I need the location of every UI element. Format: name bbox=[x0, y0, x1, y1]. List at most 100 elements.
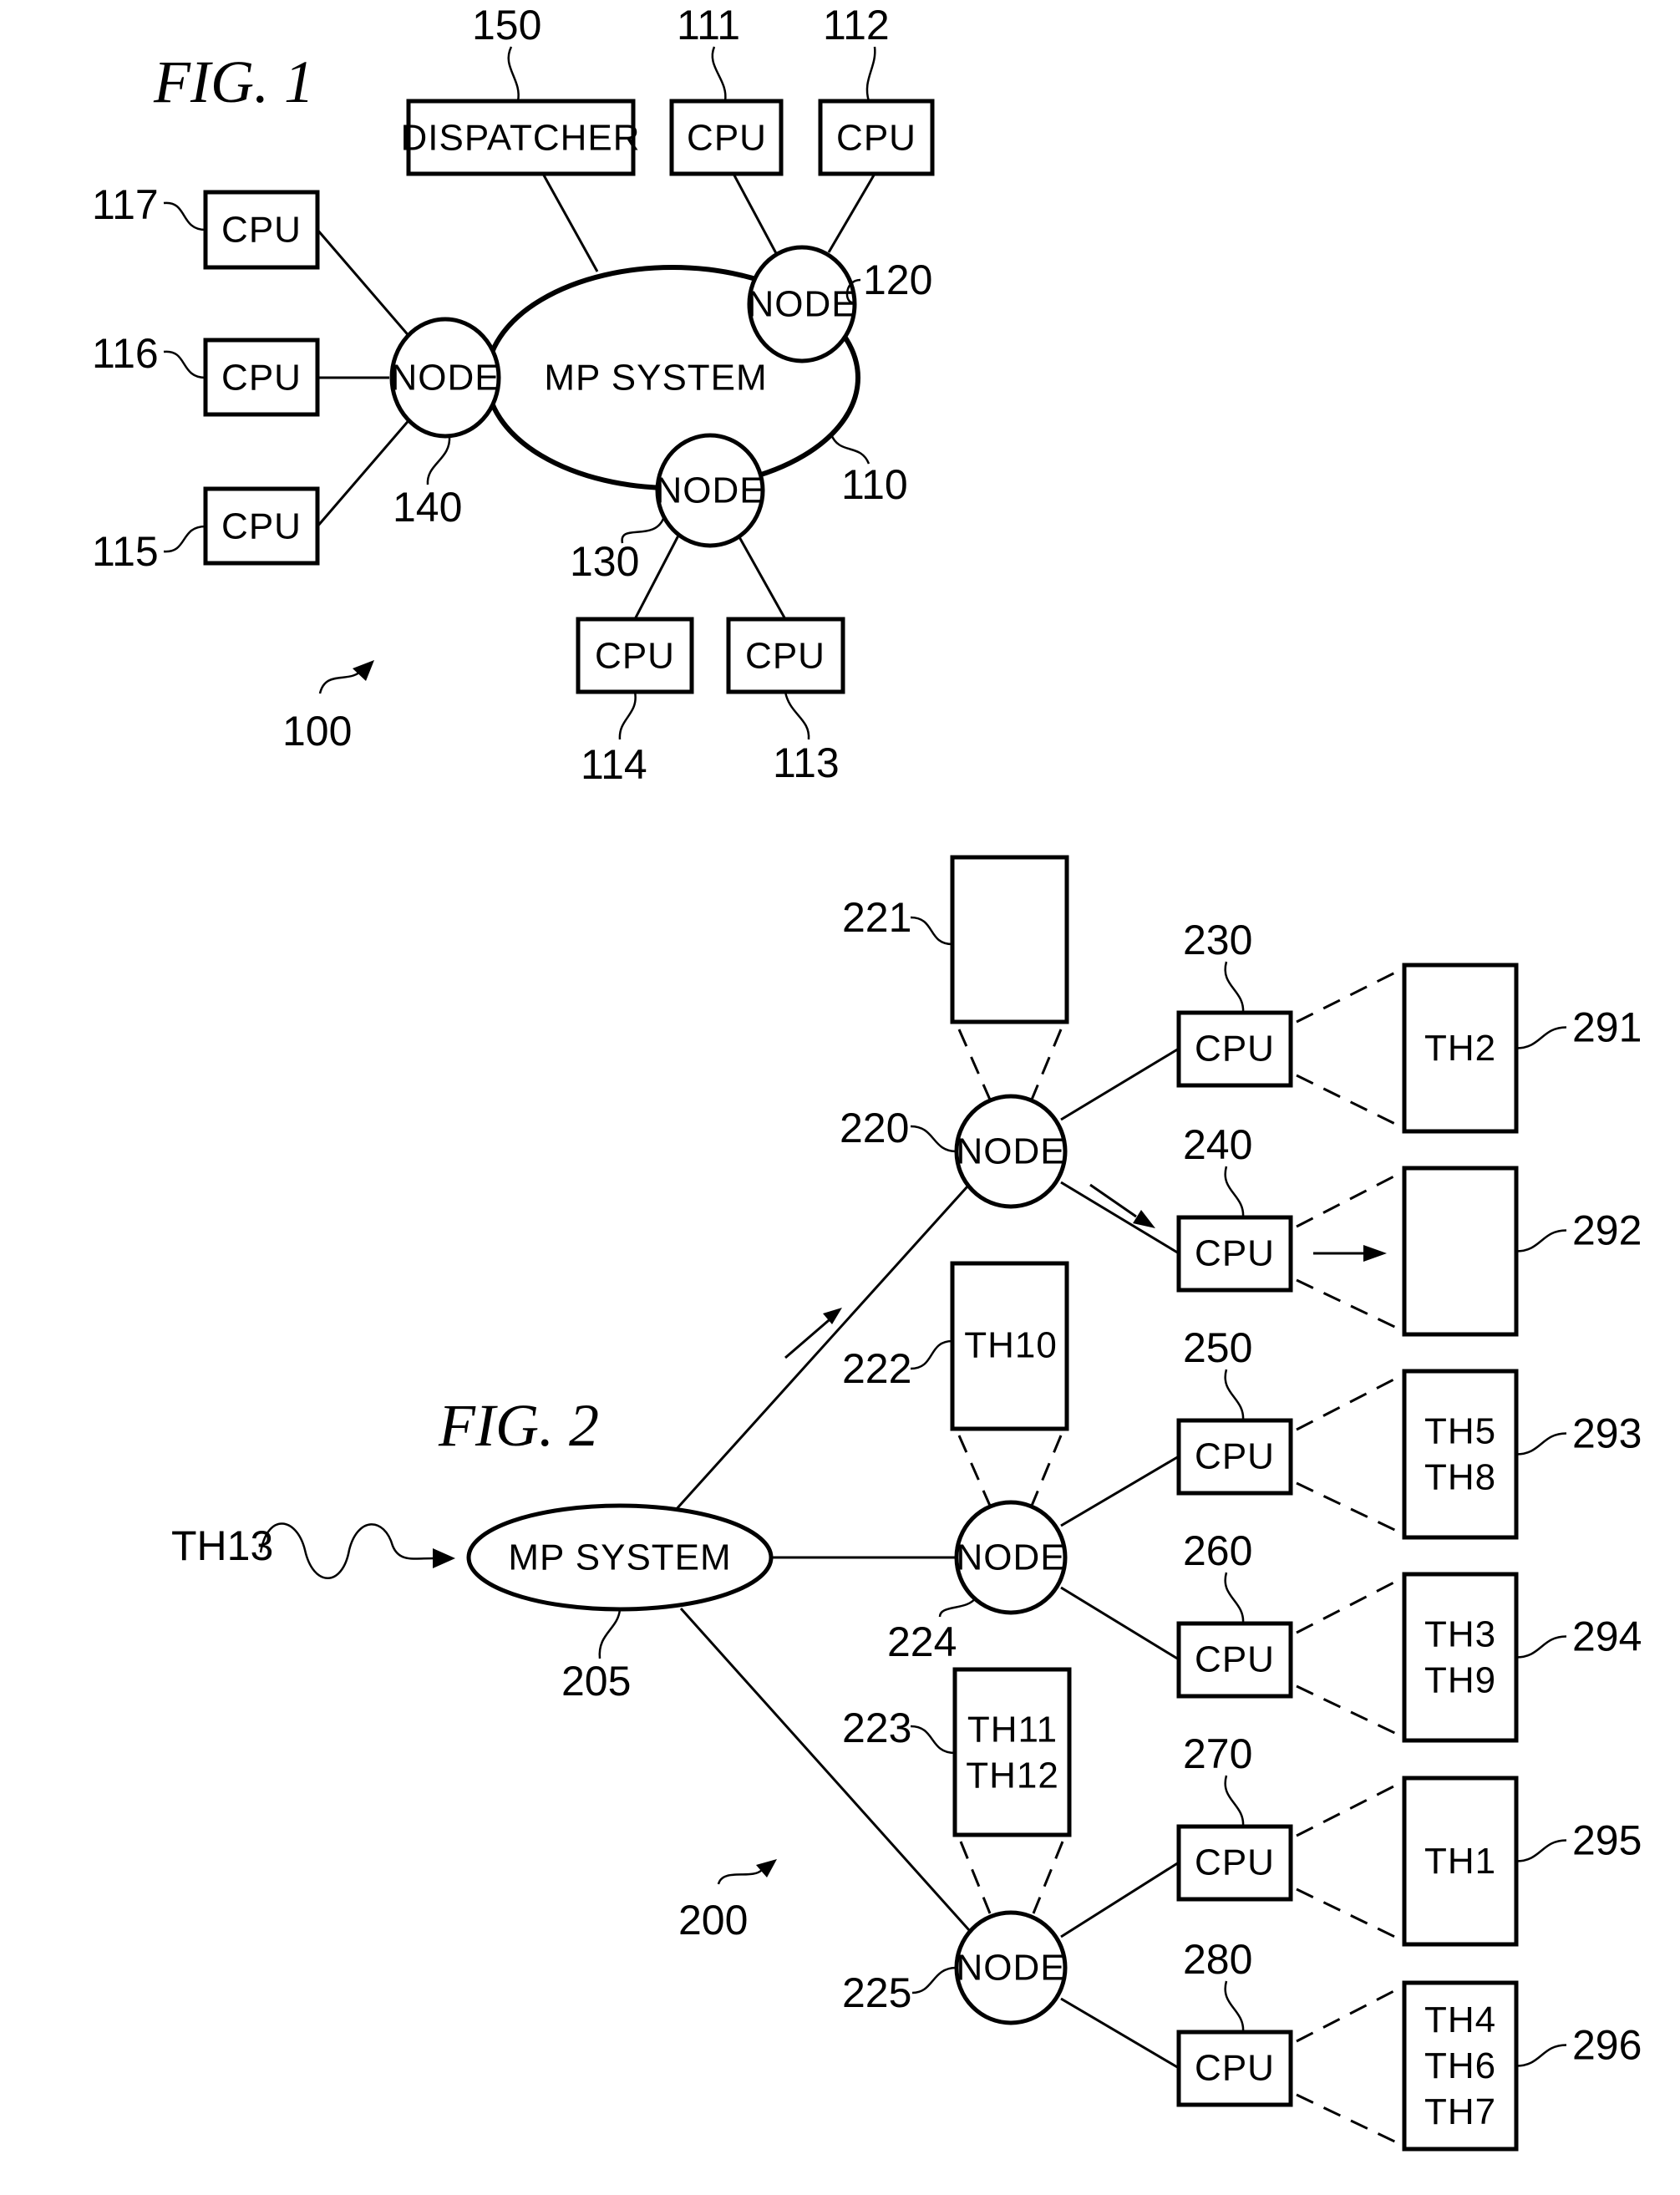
leader-295 bbox=[1515, 1839, 1567, 1862]
ref-295: 295 bbox=[1572, 1817, 1642, 1864]
ref-116: 116 bbox=[92, 330, 159, 377]
node-140-label: NODE bbox=[390, 358, 500, 399]
node-queue-223 bbox=[952, 1667, 1072, 1837]
cpu111-link bbox=[732, 173, 779, 256]
cpu-230-label: CPU bbox=[1195, 1029, 1275, 1070]
ref-112: 112 bbox=[823, 2, 890, 48]
dispatcher-label: DISPATCHER bbox=[400, 118, 640, 159]
ref-296: 296 bbox=[1572, 2022, 1642, 2069]
cpu-queue-293 bbox=[1402, 1369, 1519, 1540]
migration-arrow-line bbox=[784, 1314, 835, 1359]
queue-222-dash-right bbox=[1030, 1435, 1063, 1507]
cpu112-link bbox=[827, 173, 876, 253]
leader-225 bbox=[911, 1966, 957, 1994]
ref-250: 250 bbox=[1183, 1324, 1252, 1371]
ref-260: 260 bbox=[1183, 1527, 1252, 1574]
leader-230 bbox=[1224, 961, 1245, 1014]
patent-figures: FIG. 1 MP SYSTEM NODE NODE NODE DISPATCH… bbox=[92, 2, 1642, 2152]
dispatch-arrow-icon bbox=[1133, 1210, 1155, 1228]
leader-250 bbox=[1224, 1369, 1245, 1421]
link-225-270 bbox=[1060, 1861, 1180, 1938]
ref-294: 294 bbox=[1572, 1613, 1642, 1660]
ref-270: 270 bbox=[1183, 1730, 1252, 1777]
node-130-label: NODE bbox=[655, 470, 764, 511]
cpu-queue-292 bbox=[1402, 1166, 1519, 1337]
link-220-230 bbox=[1060, 1047, 1180, 1121]
queue-221-dash-left bbox=[957, 1029, 992, 1100]
cpu-260-dash-bottom bbox=[1296, 1684, 1404, 1739]
cpu-115-label: CPU bbox=[221, 506, 302, 547]
node-224-label: NODE bbox=[956, 1537, 1065, 1578]
figure-2: FIG. 2 TH13 MP SYSTEM 205 TH10 TH11 TH12… bbox=[171, 855, 1642, 2152]
leader-200 bbox=[717, 1868, 763, 1885]
cpu114-link bbox=[633, 535, 680, 620]
cpu-280-label: CPU bbox=[1195, 2048, 1275, 2089]
leader-221 bbox=[910, 916, 953, 946]
cpu-250-dash-bottom bbox=[1296, 1481, 1404, 1536]
leader-224 bbox=[938, 1597, 977, 1618]
link-224-250 bbox=[1060, 1455, 1180, 1527]
thread-th1: TH1 bbox=[1424, 1841, 1496, 1882]
leader-150 bbox=[507, 46, 520, 102]
ref-115: 115 bbox=[92, 528, 159, 575]
thread-th3: TH3 bbox=[1424, 1614, 1496, 1655]
cpu-112-label: CPU bbox=[836, 118, 916, 159]
link-205-220 bbox=[673, 1185, 969, 1512]
cpu-280-dash-bottom bbox=[1296, 2093, 1404, 2147]
thread-th8: TH8 bbox=[1424, 1457, 1496, 1498]
fig2-title: FIG. 2 bbox=[438, 1392, 599, 1459]
leader-205 bbox=[598, 1608, 622, 1659]
cpu-260-label: CPU bbox=[1195, 1639, 1275, 1680]
cpu-270-dash-top bbox=[1296, 1780, 1404, 1837]
leader-140 bbox=[426, 435, 451, 485]
cpu-240-dash-bottom bbox=[1296, 1278, 1404, 1333]
cpu-230-dash-bottom bbox=[1296, 1074, 1404, 1130]
cpu-230-dash-top bbox=[1296, 967, 1404, 1024]
cpu113-link bbox=[737, 535, 787, 620]
thread-th5: TH5 bbox=[1424, 1411, 1496, 1452]
thread-th4: TH4 bbox=[1424, 1999, 1496, 2040]
leader-292 bbox=[1515, 1229, 1567, 1252]
leader-280 bbox=[1224, 1980, 1245, 2033]
arrow-200-icon bbox=[756, 1859, 777, 1877]
ref-111: 111 bbox=[677, 2, 740, 48]
leader-113 bbox=[784, 691, 810, 740]
thread-th7: TH7 bbox=[1424, 2091, 1496, 2132]
leader-111 bbox=[711, 46, 727, 102]
leader-222 bbox=[910, 1339, 953, 1370]
node-queue-221 bbox=[950, 855, 1069, 1024]
leader-260 bbox=[1224, 1572, 1245, 1624]
leader-240 bbox=[1224, 1166, 1245, 1218]
ref-292: 292 bbox=[1572, 1207, 1642, 1254]
fig1-system-label: MP SYSTEM bbox=[544, 358, 767, 399]
node-225-label: NODE bbox=[956, 1948, 1065, 1989]
ref-225: 225 bbox=[842, 1969, 911, 2016]
incoming-thread-label: TH13 bbox=[171, 1522, 273, 1569]
dispatcher-link bbox=[541, 173, 599, 272]
cpu-114-label: CPU bbox=[595, 636, 675, 677]
node-220-label: NODE bbox=[956, 1131, 1065, 1172]
ref-113: 113 bbox=[773, 739, 840, 786]
ref-221: 221 bbox=[842, 894, 911, 941]
leader-294 bbox=[1515, 1635, 1567, 1659]
leader-220 bbox=[910, 1125, 957, 1153]
thread-th6: TH6 bbox=[1424, 2045, 1496, 2086]
cpu-queue-dashes bbox=[1296, 967, 1404, 2147]
leader-270 bbox=[1224, 1775, 1245, 1827]
cpu-240-label: CPU bbox=[1195, 1233, 1275, 1274]
node-120-label: NODE bbox=[747, 284, 856, 325]
ref-150: 150 bbox=[472, 2, 541, 48]
cpu-270-label: CPU bbox=[1195, 1842, 1275, 1883]
link-220-240 bbox=[1060, 1181, 1180, 1255]
ref-120: 120 bbox=[863, 257, 932, 303]
leader-223 bbox=[910, 1725, 956, 1755]
ref-280: 280 bbox=[1183, 1936, 1252, 1983]
ref-110: 110 bbox=[841, 461, 908, 508]
link-225-280 bbox=[1060, 1997, 1180, 2070]
leader-291 bbox=[1515, 1026, 1567, 1049]
ref-130: 130 bbox=[570, 538, 639, 585]
leader-114 bbox=[618, 691, 637, 740]
thread-th9: TH9 bbox=[1424, 1660, 1496, 1701]
cpu-260-dash-top bbox=[1296, 1576, 1404, 1634]
leader-116 bbox=[163, 350, 206, 379]
